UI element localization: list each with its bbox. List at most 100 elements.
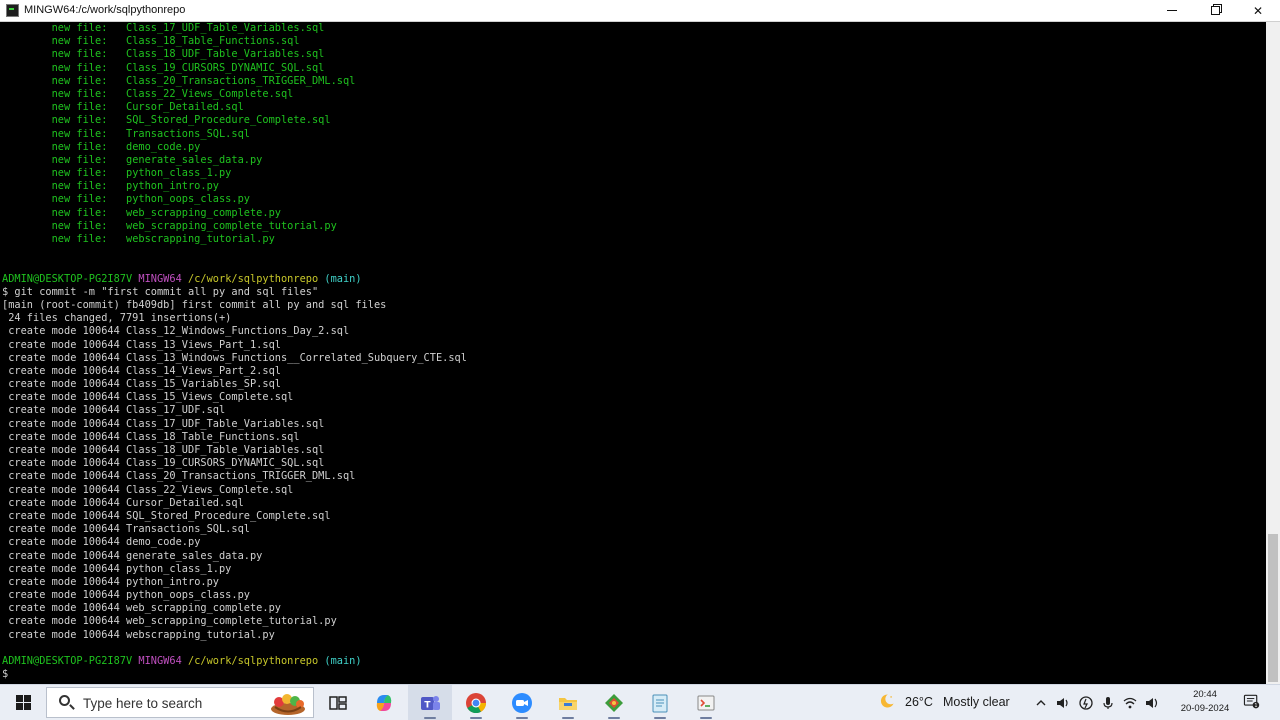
create-mode-line: create mode 100644 Class_17_UDF.sql: [2, 404, 226, 417]
minimize-button[interactable]: [1150, 0, 1194, 21]
create-mode-line: create mode 100644 web_scrapping_complet…: [2, 602, 281, 615]
zoom-icon: [512, 692, 532, 713]
staged-file-line: new file: web_scrapping_complete.py: [2, 206, 281, 219]
create-mode-line: create mode 100644 SQL_Stored_Procedure_…: [2, 509, 331, 522]
show-hidden-icons-chevron-up-icon[interactable]: [1032, 694, 1050, 712]
cursor-line: $: [2, 668, 9, 681]
teams-button[interactable]: T: [408, 685, 452, 720]
zoom-button[interactable]: [500, 685, 544, 720]
speaker-icon[interactable]: [1054, 694, 1072, 712]
create-mode-line: create mode 100644 Class_15_Views_Comple…: [2, 391, 294, 404]
shell-prompt-final: ADMIN@DESKTOP-PG2I87V MINGW64 /c/work/sq…: [2, 655, 362, 667]
staged-file-line: new file: python_intro.py: [2, 180, 219, 193]
minimize-icon: [1167, 10, 1177, 11]
svg-text:T: T: [424, 700, 431, 710]
close-button[interactable]: ✕: [1236, 0, 1280, 21]
terminal-text: new file: Class_17_UDF_Table_Variables.s…: [2, 22, 467, 681]
create-mode-line: create mode 100644 Class_22_Views_Comple…: [2, 483, 294, 496]
folder-icon: [559, 697, 577, 710]
create-mode-line: create mode 100644 Class_12_Windows_Func…: [2, 325, 350, 338]
staged-file-line: new file: Class_17_UDF_Table_Variables.s…: [2, 22, 325, 34]
maximize-button[interactable]: [1193, 0, 1237, 21]
chrome-button[interactable]: [454, 685, 498, 720]
copilot-icon: [376, 694, 392, 711]
staged-file-line: new file: Transactions_SQL.sql: [2, 127, 250, 140]
create-mode-line: create mode 100644 Class_15_Variables_SP…: [2, 378, 281, 391]
create-mode-line: create mode 100644 Class_17_UDF_Table_Va…: [2, 417, 325, 430]
start-button[interactable]: [0, 685, 46, 720]
create-mode-line: create mode 100644 web_scrapping_complet…: [2, 615, 337, 628]
window-title-bar[interactable]: MINGW64:/c/work/sqlpythonrepo ✕: [0, 0, 1280, 22]
staged-file-line: new file: web_scrapping_complete_tutoria…: [2, 219, 337, 232]
weather-temperature[interactable]: 26°C: [905, 695, 933, 709]
command-line: $ git commit -m "first commit all py and…: [2, 285, 319, 298]
git-gui-button[interactable]: [592, 685, 636, 720]
maximize-icon: [1210, 6, 1220, 15]
copilot-button[interactable]: [362, 685, 406, 720]
staged-file-line: new file: Class_18_UDF_Table_Variables.s…: [2, 48, 325, 61]
battery-charging-icon[interactable]: [1077, 694, 1095, 712]
staged-file-line: new file: python_oops_class.py: [2, 193, 250, 206]
create-mode-line: create mode 100644 Class_20_Transactions…: [2, 470, 356, 483]
git-gui-icon: [605, 693, 623, 712]
search-highlight-basket-icon: [271, 694, 305, 715]
create-mode-line: create mode 100644 generate_sales_data.p…: [2, 549, 263, 562]
create-mode-line: create mode 100644 Class_13_Views_Part_1…: [2, 338, 281, 351]
create-mode-line: create mode 100644 Class_18_Table_Functi…: [2, 430, 300, 443]
staged-file-line: new file: Class_18_Table_Functions.sql: [2, 35, 300, 48]
window-title: MINGW64:/c/work/sqlpythonrepo: [24, 4, 186, 16]
staged-file-line: new file: webscrapping_tutorial.py: [2, 233, 275, 245]
staged-file-line: new file: demo_code.py: [2, 140, 201, 153]
create-mode-line: create mode 100644 demo_code.py: [2, 536, 201, 549]
create-mode-line: create mode 100644 Class_13_Windows_Func…: [2, 351, 467, 364]
commit-summary-line: 24 files changed, 7791 insertions(+): [2, 312, 232, 325]
clock-date: 20-09-2024: [1180, 703, 1230, 714]
create-mode-line: create mode 100644 python_intro.py: [2, 575, 219, 588]
search-input[interactable]: [83, 693, 263, 713]
clock-time: 20:44: [1193, 689, 1217, 700]
git-bash-icon: [697, 695, 715, 710]
taskbar: Type here to search T 26°C Mostly clear …: [0, 684, 1280, 720]
mingw-terminal-icon: [6, 4, 19, 17]
file-explorer-button[interactable]: [546, 685, 590, 720]
create-mode-line: create mode 100644 Transactions_SQL.sql: [2, 523, 250, 536]
task-view-button[interactable]: [316, 685, 360, 720]
wifi-icon[interactable]: [1121, 694, 1139, 712]
create-mode-line: create mode 100644 webscrapping_tutorial…: [2, 628, 275, 641]
create-mode-line: create mode 100644 python_oops_class.py: [2, 589, 250, 602]
notification-center-icon[interactable]: 1: [1242, 692, 1260, 710]
windows-logo-icon: [15, 695, 31, 710]
search-icon: [59, 695, 70, 706]
staged-file-line: new file: python_class_1.py: [2, 167, 232, 180]
scrollbar-thumb[interactable]: [1268, 534, 1278, 682]
create-mode-line: create mode 100644 Class_18_UDF_Table_Va…: [2, 444, 325, 456]
commit-result-line: [main (root-commit) fb409db] first commi…: [2, 298, 387, 311]
terminal-scrollbar[interactable]: [1266, 22, 1280, 684]
staged-file-line: new file: SQL_Stored_Procedure_Complete.…: [2, 114, 331, 127]
terminal-output[interactable]: new file: Class_17_UDF_Table_Variables.s…: [0, 22, 1266, 684]
task-view-icon: [329, 695, 347, 710]
svg-text:1: 1: [1254, 703, 1257, 709]
create-mode-line: create mode 100644 Class_19_CURSORS_DYNA…: [2, 457, 325, 470]
volume-icon[interactable]: [1143, 694, 1161, 712]
weather-description[interactable]: Mostly clear: [943, 695, 1010, 709]
git-bash-button[interactable]: [684, 685, 728, 720]
notepad-button[interactable]: [638, 685, 682, 720]
weather-moon-icon[interactable]: [878, 692, 896, 710]
staged-file-line: new file: Class_22_Views_Complete.sql: [2, 87, 294, 100]
chrome-icon: [466, 692, 487, 713]
create-mode-line: create mode 100644 python_class_1.py: [2, 562, 232, 575]
staged-file-line: new file: Class_19_CURSORS_DYNAMIC_SQL.s…: [2, 61, 325, 74]
notepad-icon: [652, 694, 668, 712]
taskbar-search[interactable]: [46, 687, 314, 718]
close-icon: ✕: [1252, 3, 1264, 18]
staged-file-line: new file: Class_20_Transactions_TRIGGER_…: [2, 74, 356, 87]
create-mode-line: create mode 100644 Cursor_Detailed.sql: [2, 496, 244, 509]
staged-file-line: new file: generate_sales_data.py: [2, 153, 263, 166]
create-mode-line: create mode 100644 Class_14_Views_Part_2…: [2, 364, 281, 377]
staged-file-line: new file: Cursor_Detailed.sql: [2, 101, 244, 114]
taskbar-clock[interactable]: 20:44 20-09-2024: [1178, 688, 1232, 716]
shell-prompt: ADMIN@DESKTOP-PG2I87V MINGW64 /c/work/sq…: [2, 272, 362, 285]
teams-icon: T: [421, 695, 440, 710]
microphone-icon[interactable]: [1099, 694, 1117, 712]
